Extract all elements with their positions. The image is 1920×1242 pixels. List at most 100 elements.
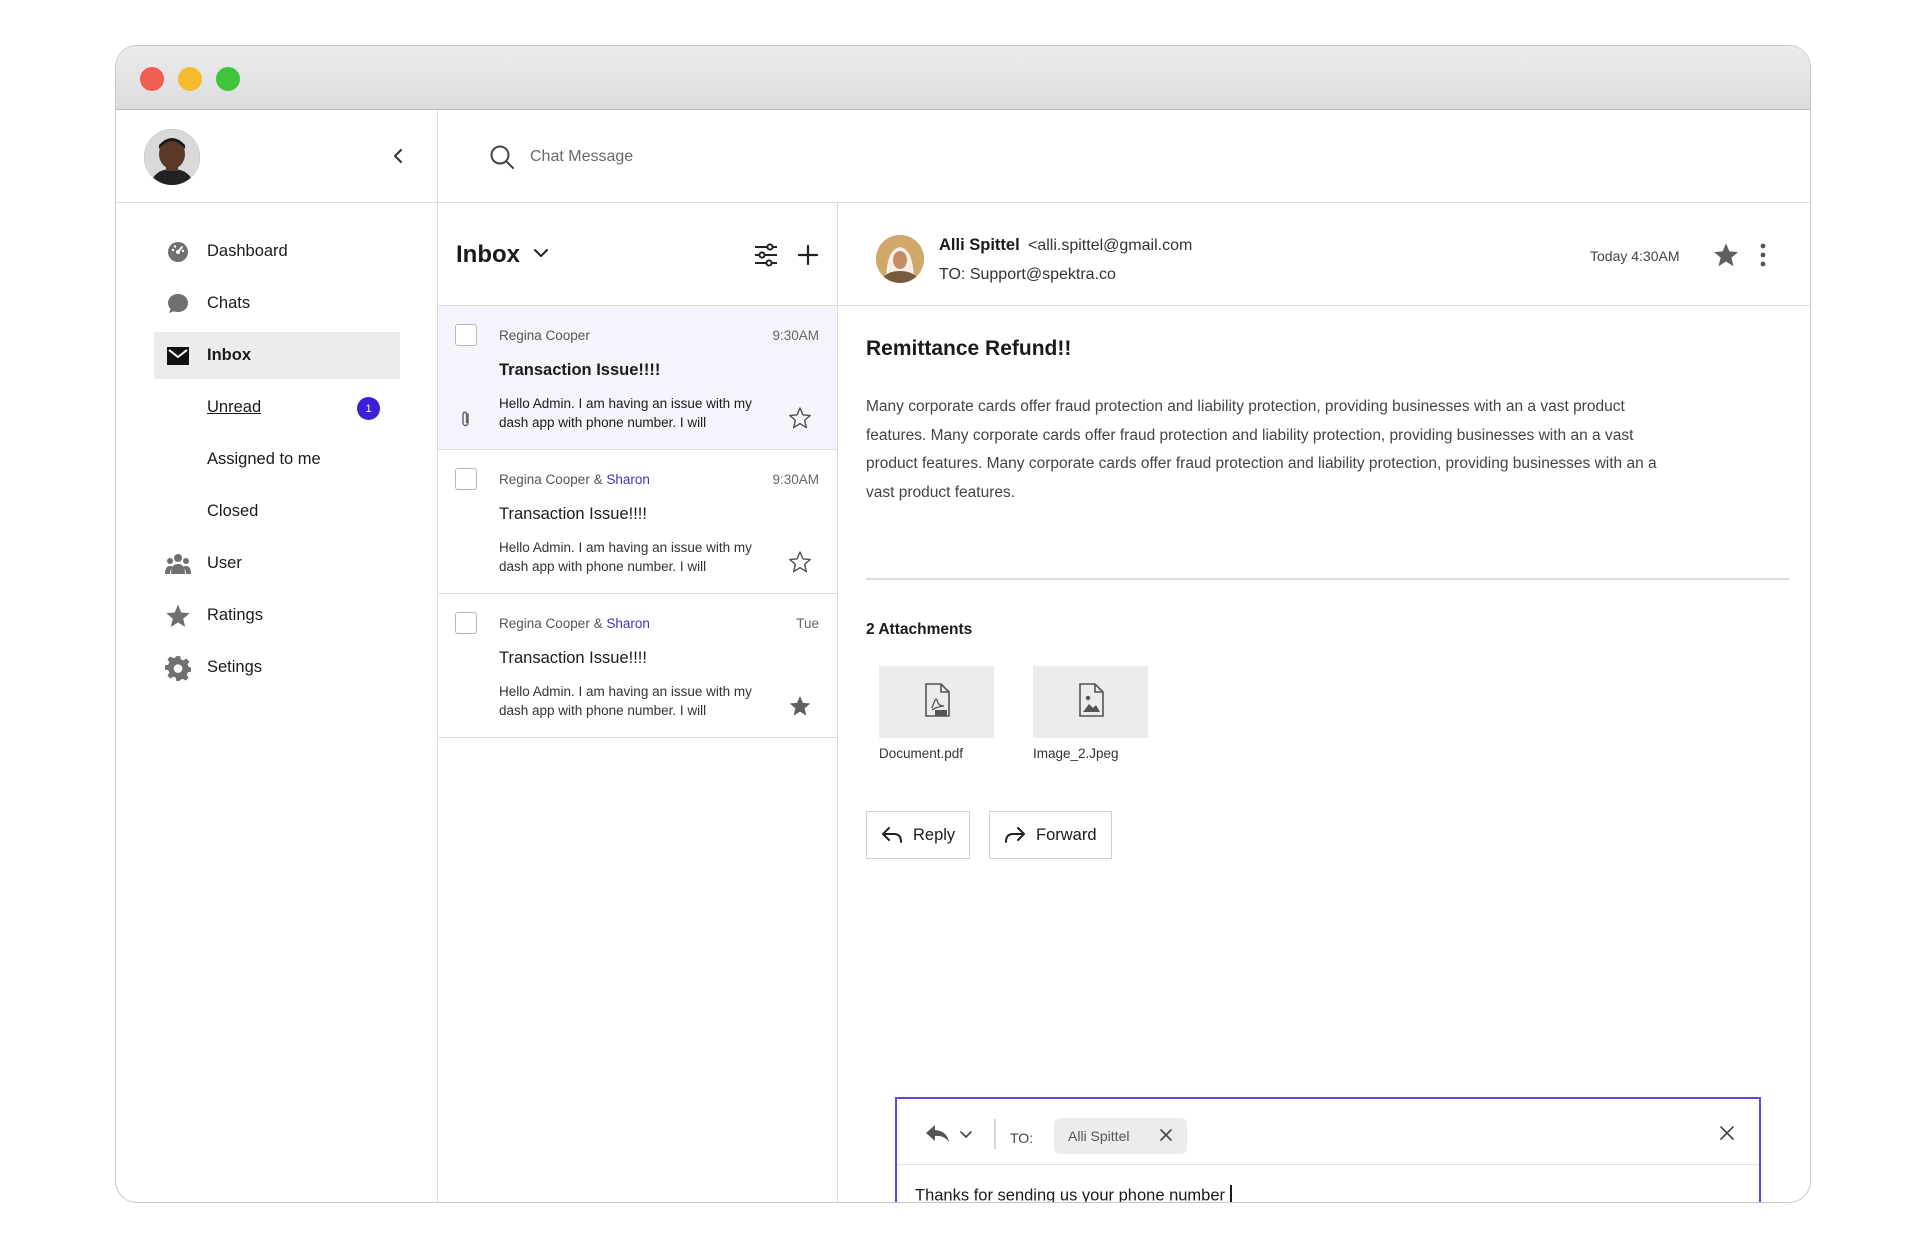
sender-avatar[interactable] <box>876 235 924 283</box>
sidebar-item-inbox[interactable]: Inbox <box>154 332 400 379</box>
sidebar-item-label: Unread <box>207 398 262 416</box>
text-cursor <box>1230 1185 1232 1202</box>
sidebar-item-chats[interactable]: Chats <box>154 280 400 327</box>
sidebar: Dashboard Chats Inbox Unread 1 Assigned … <box>116 110 438 1202</box>
message-row[interactable]: Regina Cooper & Sharon 9:30AM Transactio… <box>438 450 837 594</box>
collapse-sidebar-icon[interactable] <box>386 144 410 168</box>
sidebar-item-label: Setings <box>207 658 263 676</box>
more-options-icon[interactable] <box>1758 241 1768 274</box>
divider <box>866 578 1789 580</box>
star-filled-icon[interactable] <box>1712 241 1740 274</box>
envelope-icon <box>165 343 191 369</box>
pdf-file-icon <box>922 682 952 723</box>
reader-header: Alli Spittel <alli.spittel@gmail.com TO:… <box>838 203 1810 306</box>
title-bar <box>116 46 1810 110</box>
attachment-item[interactable]: Document.pdf <box>879 666 994 761</box>
star-outline-icon[interactable] <box>788 550 812 579</box>
reply-icon <box>882 827 902 843</box>
message-checkbox[interactable] <box>455 324 477 346</box>
reply-button[interactable]: Reply <box>866 811 971 859</box>
avatar[interactable] <box>144 129 200 185</box>
star-outline-icon[interactable] <box>788 406 812 435</box>
divider <box>994 1119 996 1149</box>
message-sender: Regina Cooper & Sharon <box>499 616 650 631</box>
composer-text-area[interactable]: Thanks for sending us your phone number <box>915 1185 1232 1203</box>
unread-count-badge: 1 <box>357 397 380 420</box>
message-preview: Hello Admin. I am having an issue with m… <box>499 396 752 430</box>
message-subject: Transaction Issue!!!! <box>499 361 661 379</box>
sidebar-item-user[interactable]: User <box>154 540 400 587</box>
to-label: TO: <box>1010 1130 1034 1146</box>
sidebar-nav: Dashboard Chats Inbox Unread 1 Assigned … <box>154 228 400 696</box>
message-subject-heading: Remittance Refund!! <box>866 337 1072 360</box>
message-checkbox[interactable] <box>455 468 477 490</box>
recipient-chip[interactable]: Alli Spittel <box>1054 1118 1188 1154</box>
message-subject: Transaction Issue!!!! <box>499 649 647 667</box>
message-time: 9:30AM <box>772 472 819 487</box>
users-icon <box>165 551 191 577</box>
message-reader: Alli Spittel <alli.spittel@gmail.com TO:… <box>838 203 1810 1202</box>
message-timestamp: Today 4:30AM <box>1590 248 1680 264</box>
sidebar-item-label: Dashboard <box>207 242 288 260</box>
sender-email: <alli.spittel@gmail.com <box>1028 237 1193 254</box>
message-sender: Regina Cooper & Sharon <box>499 472 650 487</box>
message-time: 9:30AM <box>772 328 819 343</box>
forward-label: Forward <box>1036 825 1097 844</box>
attachment-item[interactable]: Image_2.Jpeg <box>1033 666 1148 761</box>
attachment-thumbnail <box>879 666 994 738</box>
sidebar-item-label: Assigned to me <box>207 450 321 468</box>
message-row[interactable]: Regina Cooper & Sharon Tue Transaction I… <box>438 594 837 738</box>
sidebar-header <box>116 110 437 203</box>
reply-label: Reply <box>913 825 956 844</box>
recipient-line: TO: Support@spektra.co <box>939 266 1116 283</box>
sidebar-item-label: Closed <box>207 502 259 520</box>
paperclip-icon <box>459 410 473 433</box>
message-time: Tue <box>796 616 819 631</box>
gear-icon <box>165 655 191 681</box>
filter-icon[interactable] <box>752 241 780 274</box>
recipient-name: Alli Spittel <box>1068 1128 1130 1144</box>
message-row[interactable]: Regina Cooper 9:30AM Transaction Issue!!… <box>438 306 837 450</box>
sidebar-item-closed[interactable]: Closed <box>154 488 400 535</box>
app-window: Dashboard Chats Inbox Unread 1 Assigned … <box>115 45 1811 1203</box>
minimize-window-button[interactable] <box>178 67 202 91</box>
close-window-button[interactable] <box>140 67 164 91</box>
reply-mode-selector[interactable] <box>923 1120 979 1153</box>
message-list: Inbox Regina Cooper 9:30AM Transaction I… <box>438 203 838 1202</box>
chevron-down-icon <box>532 241 550 269</box>
composer-header: TO: Alli Spittel <box>897 1099 1759 1165</box>
message-preview: Hello Admin. I am having an issue with m… <box>499 684 752 718</box>
sidebar-item-label: Chats <box>207 294 251 312</box>
message-subject: Transaction Issue!!!! <box>499 505 647 523</box>
sidebar-item-dashboard[interactable]: Dashboard <box>154 228 400 275</box>
folder-selector[interactable]: Inbox <box>456 241 550 269</box>
sidebar-item-label: Ratings <box>207 606 263 624</box>
sidebar-item-label: Inbox <box>207 346 251 364</box>
search-icon <box>489 144 515 175</box>
close-icon[interactable] <box>1719 1125 1735 1146</box>
message-body: Many corporate cards offer fraud protect… <box>866 398 1657 501</box>
composer-text: Thanks for sending us your phone number <box>915 1186 1226 1203</box>
sidebar-item-settings[interactable]: Setings <box>154 644 400 691</box>
sidebar-item-label: User <box>207 554 242 572</box>
star-filled-icon[interactable] <box>788 694 812 723</box>
image-file-icon <box>1076 682 1106 723</box>
remove-recipient-icon[interactable] <box>1159 1128 1173 1145</box>
star-icon <box>165 603 191 629</box>
sidebar-item-unread[interactable]: Unread 1 <box>154 384 400 431</box>
sidebar-item-assigned-to-me[interactable]: Assigned to me <box>154 436 400 483</box>
forward-button[interactable]: Forward <box>989 811 1112 859</box>
attachment-name: Document.pdf <box>879 746 964 761</box>
message-sender: Regina Cooper <box>499 328 590 343</box>
sender-name: Alli Spittel <box>939 236 1020 254</box>
compose-plus-icon[interactable] <box>794 241 822 274</box>
message-checkbox[interactable] <box>455 612 477 634</box>
attachments-title: 2 Attachments <box>866 621 973 638</box>
dashboard-icon <box>165 239 191 265</box>
message-list-header: Inbox <box>438 203 837 306</box>
message-preview: Hello Admin. I am having an issue with m… <box>499 540 752 574</box>
search-input[interactable] <box>530 137 1030 177</box>
maximize-window-button[interactable] <box>216 67 240 91</box>
sidebar-item-ratings[interactable]: Ratings <box>154 592 400 639</box>
chat-bubble-icon <box>165 291 191 317</box>
